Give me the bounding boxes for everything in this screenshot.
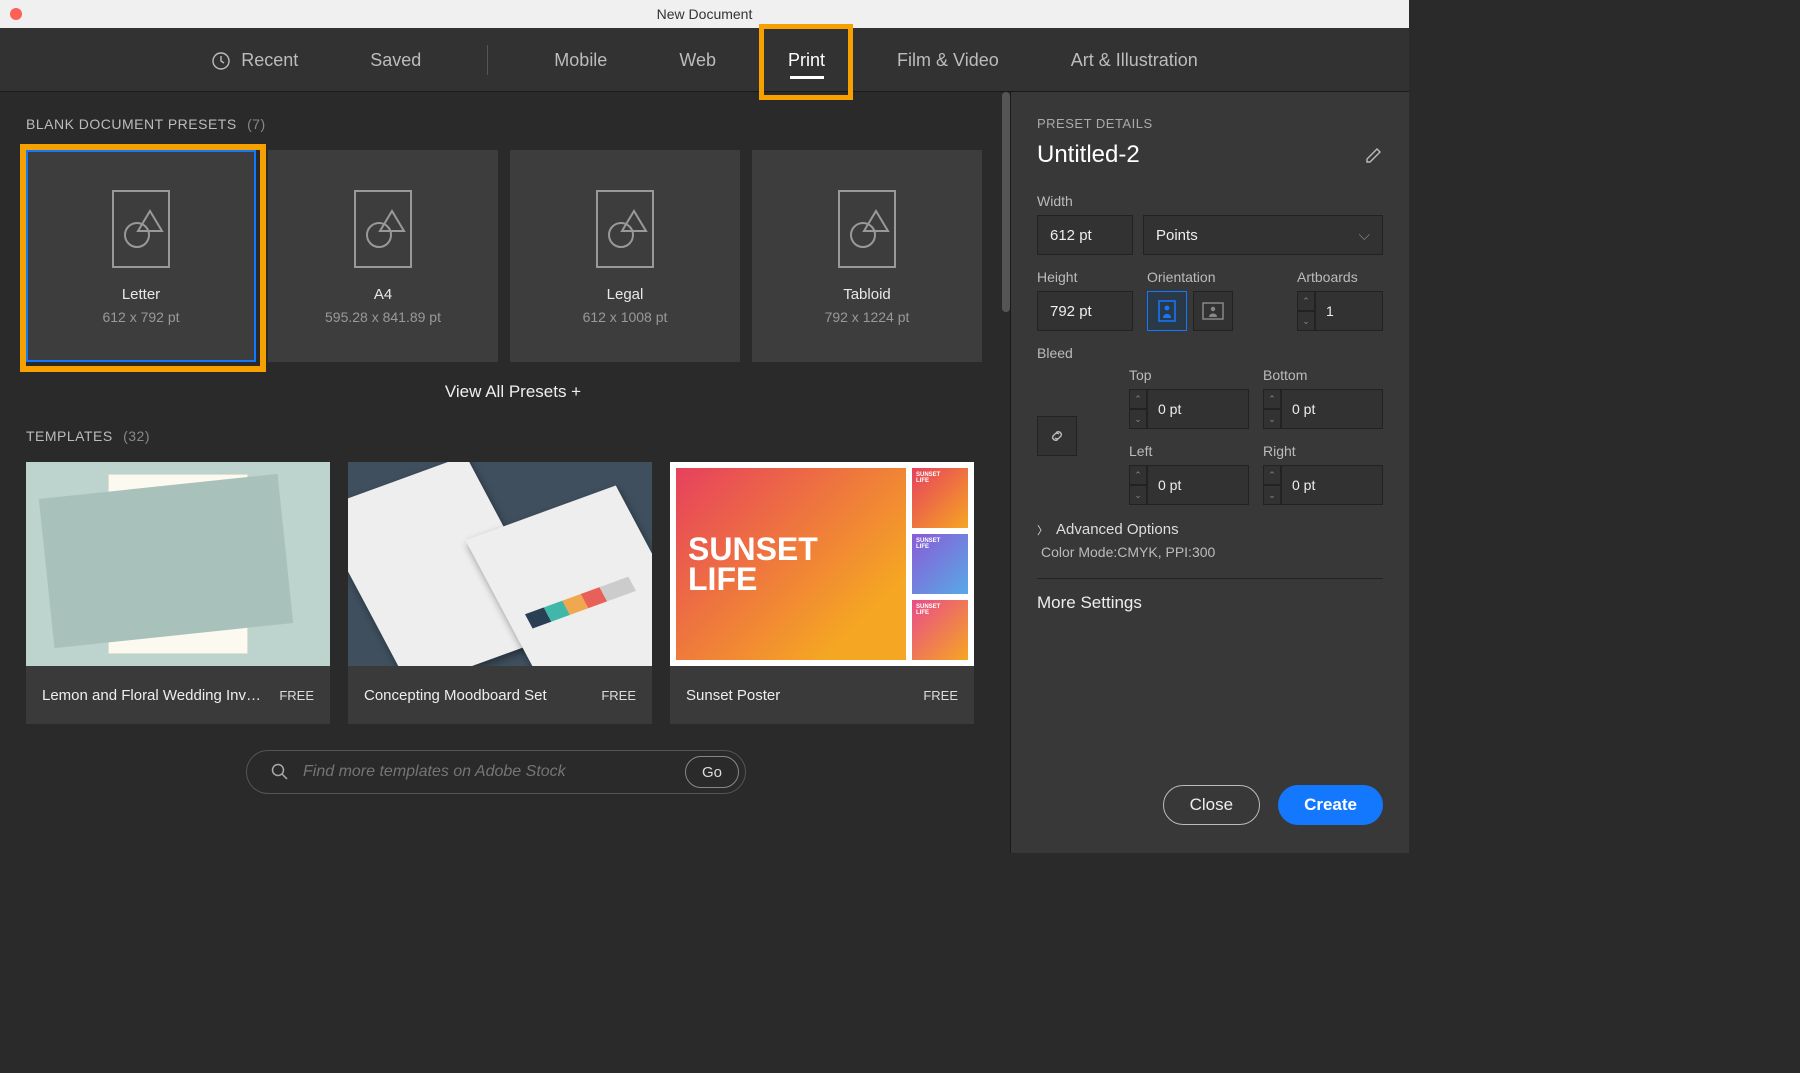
artboards-input[interactable]: 1 — [1315, 291, 1383, 331]
tab-divider — [487, 45, 488, 75]
chevron-right-icon: 〉 — [1037, 522, 1048, 538]
preset-details-panel: PRESET DETAILS Untitled-2 Width 612 pt P… — [1010, 92, 1409, 853]
portrait-icon — [1158, 300, 1176, 322]
tab-recent[interactable]: Recent — [205, 30, 304, 89]
templates-row: john &mary Lemon and Floral Wedding Invi… — [26, 462, 1000, 724]
orientation-portrait[interactable] — [1147, 291, 1187, 331]
width-label: Width — [1037, 193, 1383, 209]
tab-saved[interactable]: Saved — [364, 30, 427, 89]
window-title: New Document — [657, 6, 753, 22]
clock-icon — [211, 51, 231, 71]
bleed-right-stepper[interactable]: ⌃⌄ — [1263, 465, 1281, 505]
tab-web[interactable]: Web — [673, 30, 722, 89]
template-thumbnail: SUNSETLIFE SUNSETLIFESUNSETLIFESUNSETLIF… — [670, 462, 974, 666]
template-sunset[interactable]: SUNSETLIFE SUNSETLIFESUNSETLIFESUNSETLIF… — [670, 462, 974, 724]
bleed-link-toggle[interactable] — [1037, 416, 1077, 456]
template-moodboard[interactable]: Concepting Moodboard Set FREE — [348, 462, 652, 724]
create-button[interactable]: Create — [1278, 785, 1383, 825]
template-thumbnail — [348, 462, 652, 666]
bleed-left-input[interactable]: 0 pt — [1147, 465, 1249, 505]
preset-tabloid[interactable]: Tabloid 792 x 1224 pt — [752, 150, 982, 362]
scrollbar[interactable] — [1002, 92, 1010, 312]
edit-name-icon[interactable] — [1365, 146, 1383, 164]
preset-a4[interactable]: A4 595.28 x 841.89 pt — [268, 150, 498, 362]
preset-letter[interactable]: Letter 612 x 792 pt — [26, 150, 256, 362]
go-button[interactable]: Go — [685, 756, 739, 788]
stock-search-input[interactable] — [303, 763, 671, 781]
preset-legal[interactable]: Legal 612 x 1008 pt — [510, 150, 740, 362]
units-select[interactable]: Points ⌵ — [1143, 215, 1383, 255]
search-icon — [271, 763, 289, 781]
document-icon — [831, 187, 903, 272]
width-input[interactable]: 612 pt — [1037, 215, 1133, 255]
color-mode-info: Color Mode:CMYK, PPI:300 — [1037, 544, 1383, 560]
height-input[interactable]: 792 pt — [1037, 291, 1133, 331]
more-settings[interactable]: More Settings — [1037, 593, 1383, 613]
presets-grid: Letter 612 x 792 pt A4 595.28 x 841.89 p… — [26, 150, 1000, 362]
document-icon — [105, 187, 177, 272]
bleed-top-stepper[interactable]: ⌃⌄ — [1129, 389, 1147, 429]
close-traffic-light[interactable] — [10, 8, 22, 20]
bleed-top-input[interactable]: 0 pt — [1147, 389, 1249, 429]
presets-heading: BLANK DOCUMENT PRESETS (7) — [26, 116, 1000, 132]
bleed-label: Bleed — [1037, 345, 1383, 361]
tab-film-video[interactable]: Film & Video — [891, 30, 1005, 89]
chevron-down-icon: ⌵ — [1359, 227, 1370, 244]
stock-search[interactable]: Go — [246, 750, 746, 794]
bleed-right-input[interactable]: 0 pt — [1281, 465, 1383, 505]
details-header: PRESET DETAILS — [1037, 116, 1383, 131]
tab-art-illustration[interactable]: Art & Illustration — [1065, 30, 1204, 89]
template-wedding[interactable]: john &mary Lemon and Floral Wedding Invi… — [26, 462, 330, 724]
tab-mobile[interactable]: Mobile — [548, 30, 613, 89]
templates-heading: TEMPLATES (32) — [26, 428, 1000, 444]
titlebar: New Document — [0, 0, 1409, 28]
bleed-bottom-stepper[interactable]: ⌃⌄ — [1263, 389, 1281, 429]
bleed-left-stepper[interactable]: ⌃⌄ — [1129, 465, 1147, 505]
link-icon — [1048, 427, 1066, 445]
template-thumbnail: john &mary — [26, 462, 330, 666]
document-icon — [589, 187, 661, 272]
left-panel: BLANK DOCUMENT PRESETS (7) Letter 612 x … — [0, 92, 1010, 853]
view-all-presets[interactable]: View All Presets + — [26, 382, 1000, 402]
document-name[interactable]: Untitled-2 — [1037, 141, 1140, 169]
bleed-bottom-input[interactable]: 0 pt — [1281, 389, 1383, 429]
close-button[interactable]: Close — [1163, 785, 1260, 825]
document-icon — [347, 187, 419, 272]
orientation-label: Orientation — [1147, 269, 1233, 285]
category-tabbar: Recent Saved Mobile Web Print Film & Vid… — [0, 28, 1409, 92]
advanced-options-toggle[interactable]: 〉 Advanced Options — [1037, 521, 1383, 538]
height-label: Height — [1037, 269, 1133, 285]
highlight-tab-print — [759, 24, 853, 100]
artboards-label: Artboards — [1297, 269, 1383, 285]
orientation-landscape[interactable] — [1193, 291, 1233, 331]
landscape-icon — [1202, 302, 1224, 320]
artboards-stepper[interactable]: ⌃⌄ — [1297, 291, 1315, 331]
